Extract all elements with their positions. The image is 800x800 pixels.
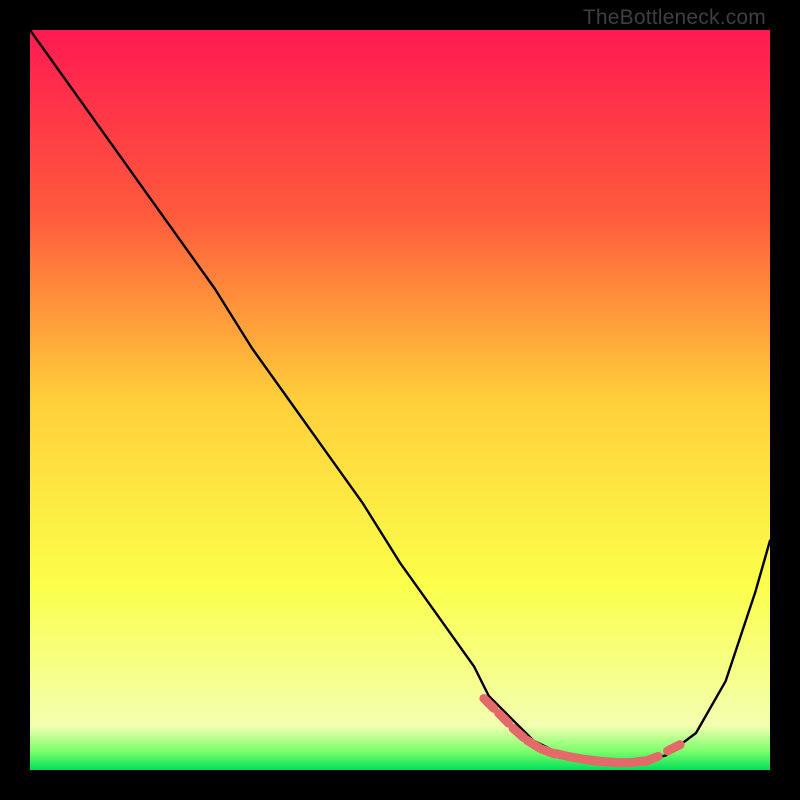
chart-svg [30, 30, 770, 770]
chart-frame [30, 30, 770, 770]
watermark-text: TheBottleneck.com [583, 6, 766, 30]
marker-dash [527, 740, 539, 747]
gradient-background [30, 30, 770, 770]
marker-dash [645, 756, 658, 761]
marker-dash [668, 745, 681, 751]
